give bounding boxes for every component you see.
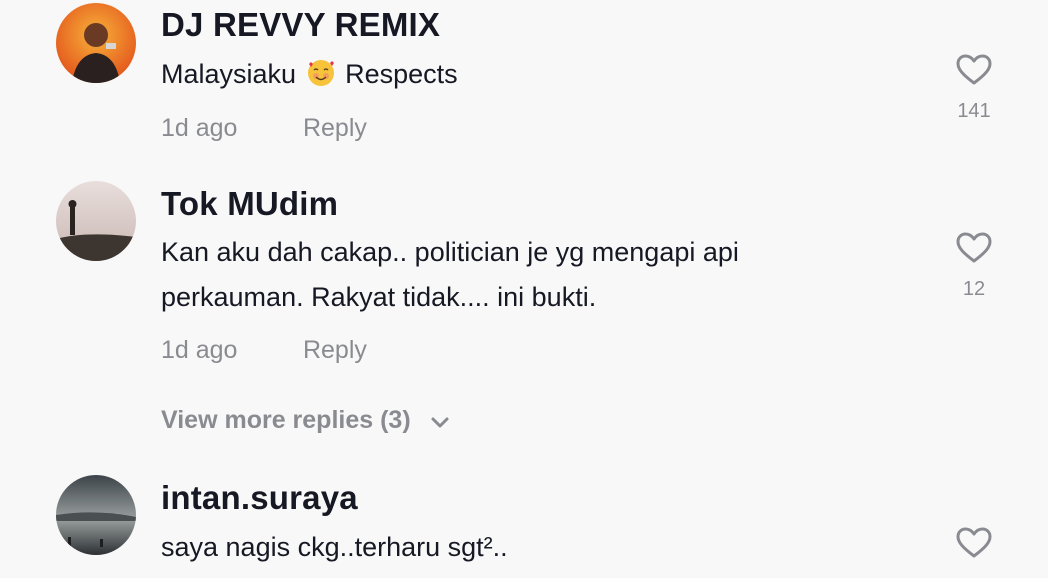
reply-button[interactable]: Reply bbox=[303, 114, 367, 143]
like-count: 12 bbox=[962, 278, 986, 300]
avatar[interactable] bbox=[56, 181, 136, 261]
heart-outline-icon bbox=[956, 527, 992, 558]
comment-meta: 1d ago Reply bbox=[161, 336, 367, 365]
heart-outline-icon bbox=[956, 54, 992, 85]
comment-username[interactable]: DJ REVVY REMIX bbox=[161, 6, 440, 44]
comment-username[interactable]: intan.suraya bbox=[161, 479, 358, 517]
comment-meta: 1d ago Reply bbox=[161, 114, 367, 143]
comment-text: Malaysiaku Respects bbox=[161, 51, 458, 97]
smiling-face-with-hearts-icon bbox=[306, 56, 336, 86]
avatar[interactable] bbox=[56, 475, 136, 555]
comment-timestamp: 1d ago bbox=[161, 114, 238, 142]
comment-text-part: Respects bbox=[345, 59, 458, 89]
view-more-replies-label: View more replies (3) bbox=[161, 406, 411, 434]
comment-text-line: Kan aku dah cakap.. politician je yg men… bbox=[161, 237, 739, 267]
heart-outline-icon bbox=[956, 232, 992, 263]
comment-text-part: Malaysiaku bbox=[161, 59, 297, 89]
comment-username[interactable]: Tok MUdim bbox=[161, 185, 338, 223]
like-button[interactable]: 141 bbox=[950, 54, 998, 123]
like-count: 141 bbox=[957, 100, 991, 122]
comment-text-line: perkauman. Rakyat tidak.... ini bukti. bbox=[161, 282, 597, 312]
reply-button[interactable]: Reply bbox=[303, 336, 367, 365]
comment-text: saya nagis ckg..terharu sgt².. bbox=[161, 532, 508, 562]
comment-timestamp: 1d ago bbox=[161, 336, 238, 364]
like-button[interactable]: 12 bbox=[950, 232, 998, 301]
chevron-down-icon bbox=[430, 407, 450, 436]
like-button[interactable] bbox=[950, 527, 998, 559]
view-more-replies-button[interactable]: View more replies (3) bbox=[161, 406, 450, 436]
avatar[interactable] bbox=[56, 3, 136, 83]
comments-panel: DJ REVVY REMIX Malaysiaku Respects 1d ag… bbox=[0, 0, 1048, 578]
